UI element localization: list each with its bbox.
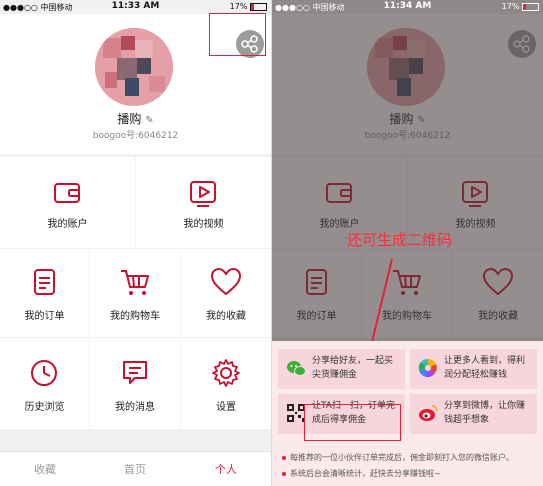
share-option-text: 分享到微博，让你赚钱超乎想象 (444, 401, 526, 425)
menu-item-history[interactable]: 历史浏览 (0, 338, 89, 429)
menu-label: 我的视频 (183, 219, 224, 230)
share-option-text: 分享给好友，一起买尖货赚佣金 (312, 356, 394, 380)
menu-item-settings[interactable]: 设置 (181, 338, 271, 429)
video-play-icon (190, 181, 216, 207)
status-bar: ●●●○○ 中国移动 11:33 AM 17% (0, 0, 271, 14)
battery-percent: 17% (501, 2, 520, 11)
menu-item-account[interactable]: 我的账户 (0, 157, 135, 248)
tab-profile[interactable]: 个人 (181, 452, 271, 486)
avatar[interactable] (95, 28, 173, 106)
battery-indicator: 17% (502, 2, 539, 11)
battery-icon (250, 2, 267, 11)
menu-item-cart[interactable]: 我的购物车 (90, 249, 180, 337)
weibo-icon (419, 405, 438, 421)
user-id: boogoo号:6046212 (92, 131, 179, 141)
annotation-text: 还可生成二维码 (347, 231, 453, 249)
nickname-text: 播购 (117, 112, 142, 126)
menu-label: 我的收藏 (206, 311, 246, 322)
share-button-highlight-box (209, 13, 266, 56)
share-option-wechat[interactable]: 分享给好友，一起买尖货赚佣金 (278, 349, 405, 389)
share-option-moments[interactable]: 让更多人看到，得利润分配轻松赚钱 (410, 349, 537, 389)
clock-icon (31, 360, 57, 386)
qrcode-icon (287, 404, 305, 422)
tab-home[interactable]: 首页 (90, 452, 180, 486)
menu-item-favorites[interactable]: 我的收藏 (181, 249, 271, 337)
menu-label: 我的账户 (47, 219, 88, 230)
heart-icon (210, 267, 242, 296)
spacer (0, 429, 271, 451)
battery-indicator: 17% (230, 2, 267, 11)
wallet-icon (54, 183, 80, 203)
note-line: 每推荐的一位小伙伴订单完成后，佣金即刻打入您的微信账户。 (282, 452, 514, 463)
status-bar: ●●●○○ 中国移动 11:34 AM 17% (272, 0, 543, 14)
menu-grid: 我的账户 我的视频 我的订单 (0, 157, 271, 429)
message-icon (123, 361, 147, 384)
moments-icon (418, 358, 437, 378)
menu-item-orders[interactable]: 我的订单 (0, 249, 89, 337)
battery-icon (522, 2, 539, 11)
menu-label: 我的购物车 (110, 311, 160, 322)
share-option-weibo[interactable]: 分享到微博，让你赚钱超乎想象 (410, 394, 537, 434)
qrcode-highlight-box (304, 404, 401, 441)
menu-item-messages[interactable]: 我的消息 (90, 338, 180, 429)
menu-label: 历史浏览 (24, 402, 65, 413)
share-option-text: 让更多人看到，得利润分配轻松赚钱 (444, 356, 526, 380)
note-text: 每推荐的一位小伙伴订单完成后，佣金即刻打入您的微信账户。 (290, 453, 514, 462)
menu-label: 设置 (216, 402, 236, 413)
wechat-icon (287, 361, 306, 376)
nickname: 播购 ✎ (0, 110, 271, 127)
menu-label: 我的消息 (115, 402, 155, 413)
tab-favorites[interactable]: 收藏 (0, 452, 90, 486)
shopping-cart-icon (121, 270, 149, 295)
gear-icon (212, 359, 240, 387)
battery-percent: 17% (229, 2, 248, 11)
note-line: 系统后台会清晰统计，赶快去分享赚钱啦~ (282, 468, 441, 479)
bottom-tab-bar: 收藏 首页 个人 (0, 451, 271, 486)
profile-screen-left: ●●●○○ 中国移动 11:33 AM 17% 播购 ✎ boogoo号:604… (0, 0, 271, 486)
order-document-icon (34, 269, 55, 295)
edit-icon[interactable]: ✎ (145, 115, 153, 126)
menu-label: 我的订单 (24, 311, 65, 322)
menu-item-video[interactable]: 我的视频 (136, 157, 271, 248)
note-text: 系统后台会清晰统计，赶快去分享赚钱啦~ (290, 469, 441, 478)
